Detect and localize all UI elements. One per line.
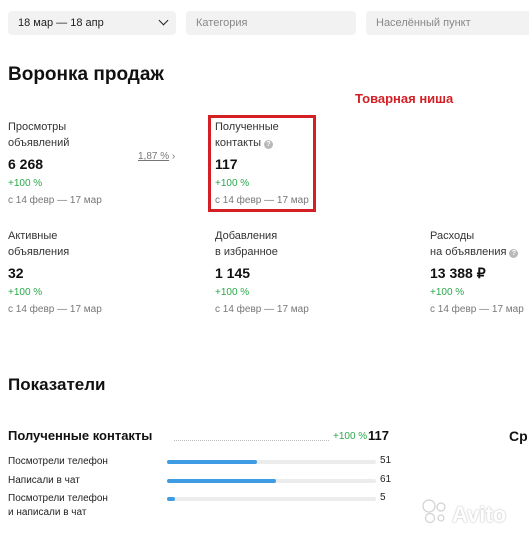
progress-fill bbox=[167, 497, 176, 501]
contacts-section-title: Полученные контакты bbox=[8, 428, 153, 443]
metric-change: +100 % bbox=[430, 287, 465, 298]
row-label: Посмотрели телефон bbox=[8, 456, 108, 467]
chevron-right-icon: › bbox=[171, 151, 176, 162]
metric-change: +100 % bbox=[8, 287, 43, 298]
progress-fill bbox=[167, 460, 257, 464]
row-value: 5 bbox=[380, 492, 386, 503]
metric-period: с 14 февр — 17 мар bbox=[430, 304, 524, 315]
metric-change: +100 % bbox=[8, 178, 43, 189]
metric-period: с 14 февр — 17 мар bbox=[215, 304, 309, 315]
metric-value: 32 bbox=[8, 265, 24, 281]
city-filter[interactable]: Населённый пункт bbox=[366, 11, 529, 35]
progress-bar bbox=[167, 479, 376, 483]
metric-value: 13 388 ₽ bbox=[430, 265, 486, 281]
contacts-section-value: 117 bbox=[368, 428, 389, 443]
contacts-section-change: +100 % bbox=[333, 431, 368, 442]
niche-annotation: Товарная ниша bbox=[355, 91, 454, 106]
metric-label: Активные объявления bbox=[8, 230, 70, 258]
metric-period: с 14 февр — 17 мар bbox=[8, 195, 102, 206]
indicators-title: Показатели bbox=[8, 375, 106, 394]
next-section-title: Ср bbox=[509, 428, 528, 444]
avito-logo-icon bbox=[422, 499, 446, 524]
metric-views: Просмотры объявлений 6 268 +100 % с 14 фе… bbox=[8, 119, 102, 207]
metric-label: Расходы на объявления? bbox=[430, 228, 524, 260]
metric-active: Активные объявления 32 +100 % с 14 февр —… bbox=[8, 228, 102, 316]
metric-change: +100 % bbox=[215, 287, 250, 298]
highlight-frame bbox=[208, 115, 316, 212]
progress-bar bbox=[167, 497, 376, 501]
metric-value: 6 268 bbox=[8, 156, 44, 172]
metric-value: 1 145 bbox=[215, 265, 251, 281]
row-value: 61 bbox=[380, 474, 392, 485]
funnel-title: Воронка продаж bbox=[8, 64, 164, 85]
metric-favorites: Добавления в избранное 1 145 +100 % с 14 … bbox=[215, 228, 309, 316]
category-placeholder: Категория bbox=[196, 17, 248, 29]
conversion-rate[interactable]: 1,87 % › bbox=[138, 151, 175, 162]
date-range-select[interactable]: 18 мар — 18 апр bbox=[8, 11, 176, 35]
chevron-down-icon bbox=[158, 15, 169, 26]
dotted-leader bbox=[174, 440, 329, 441]
metric-expenses: Расходы на объявления? 13 388 ₽ +100 % с … bbox=[430, 228, 524, 316]
row-label: Написали в чат bbox=[8, 475, 80, 486]
metric-label: Добавления в избранное bbox=[215, 230, 278, 258]
city-placeholder: Населённый пункт bbox=[376, 17, 471, 29]
date-range-value: 18 мар — 18 апр bbox=[18, 17, 104, 29]
metric-label: Просмотры объявлений bbox=[8, 121, 70, 149]
info-icon[interactable]: ? bbox=[509, 249, 519, 258]
progress-fill bbox=[167, 479, 276, 483]
metric-period: с 14 февр — 17 мар bbox=[8, 304, 102, 315]
category-filter[interactable]: Категория bbox=[186, 11, 356, 35]
row-value: 51 bbox=[380, 455, 392, 466]
progress-bar bbox=[167, 460, 376, 464]
row-label: Посмотрели телефон и написали в чат bbox=[8, 493, 108, 518]
avito-watermark: Avito bbox=[452, 502, 507, 527]
